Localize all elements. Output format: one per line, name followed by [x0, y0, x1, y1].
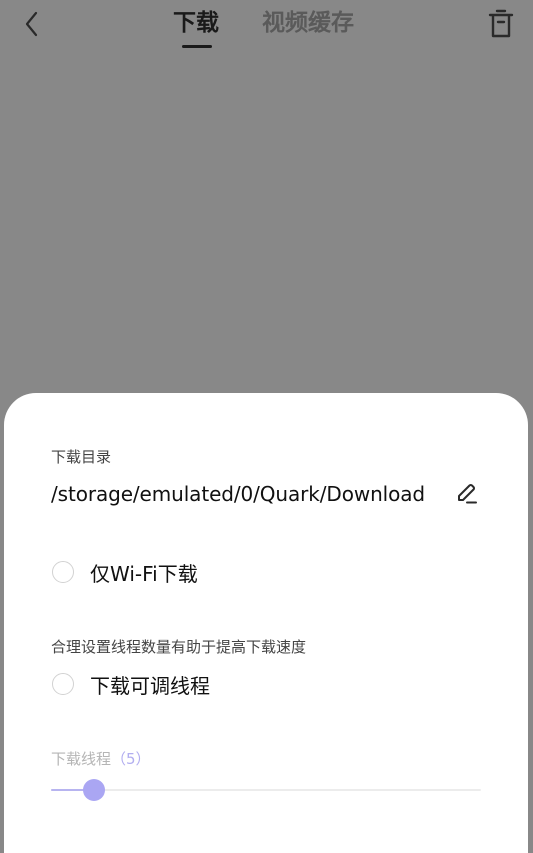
threads-count: （5）: [111, 750, 151, 768]
thread-hint-text: 合理设置线程数量有助于提高下载速度: [51, 638, 307, 656]
top-bar: 下载 视频缓存: [0, 0, 533, 60]
download-settings-sheet: 下载目录 /storage/emulated/0/Quark/Download …: [4, 393, 528, 853]
tab-download[interactable]: 下载: [173, 6, 219, 40]
pencil-icon: [458, 484, 477, 504]
threads-slider[interactable]: [51, 779, 481, 801]
wifi-only-radio[interactable]: [52, 561, 74, 583]
adjustable-threads-label: 下载可调线程: [90, 673, 210, 698]
wifi-only-label: 仅Wi-Fi下载: [90, 561, 198, 586]
threads-label: 下载线程: [51, 750, 112, 768]
chevron-left-icon: [25, 11, 38, 37]
download-dir-path: /storage/emulated/0/Quark/Download: [51, 482, 426, 506]
adjustable-threads-option[interactable]: 下载可调线程: [52, 668, 210, 700]
tab-active-indicator: [182, 45, 212, 48]
edit-dir-button[interactable]: [452, 479, 482, 509]
threads-slider-thumb[interactable]: [83, 779, 105, 801]
trash-icon: [488, 9, 514, 38]
back-button[interactable]: [14, 6, 50, 42]
download-dir-label: 下载目录: [51, 448, 112, 466]
delete-button[interactable]: [484, 6, 518, 42]
tab-video-cache[interactable]: 视频缓存: [262, 6, 354, 40]
threads-label-row: 下载线程（5）: [51, 749, 151, 769]
wifi-only-option[interactable]: 仅Wi-Fi下载: [52, 556, 198, 588]
adjustable-threads-radio[interactable]: [52, 673, 74, 695]
